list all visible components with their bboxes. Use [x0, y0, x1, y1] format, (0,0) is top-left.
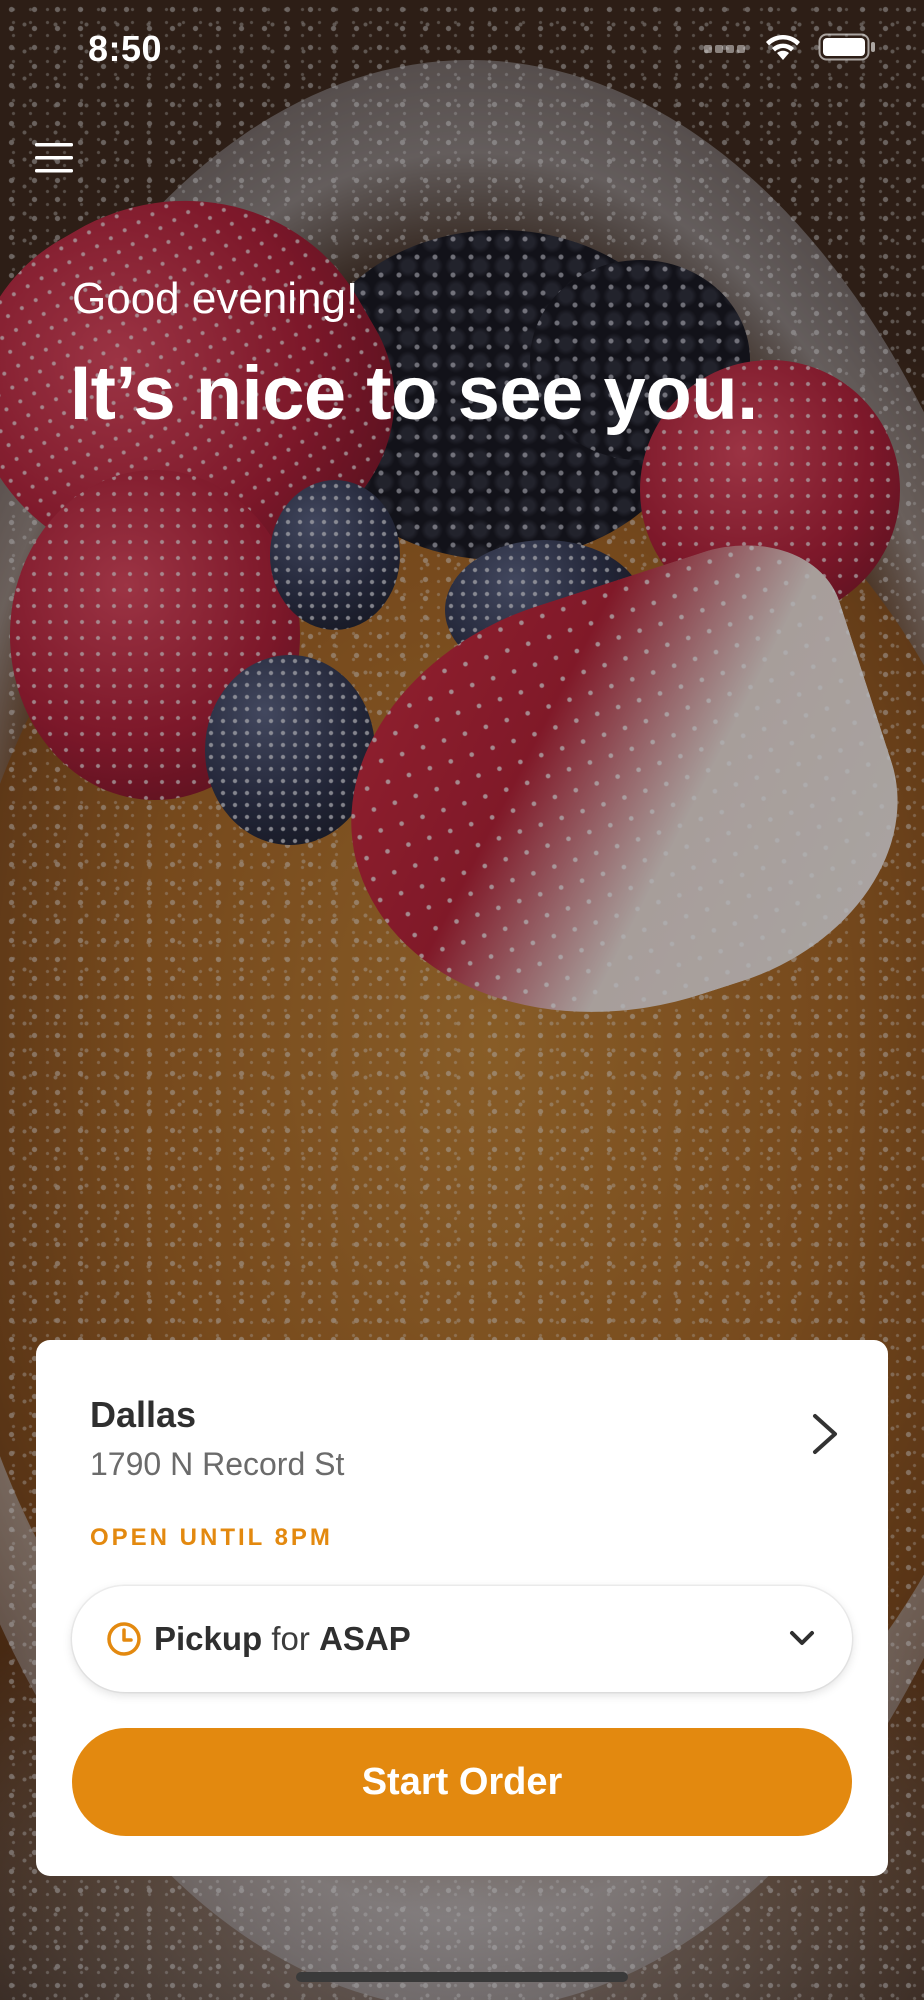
- pickup-mode: Pickup: [154, 1620, 263, 1657]
- store-address: 1790 N Record St: [90, 1446, 345, 1482]
- pickup-time-selector[interactable]: Pickup for ASAP: [72, 1586, 852, 1692]
- status-bar: 8:50: [0, 0, 924, 100]
- location-card: Dallas 1790 N Record St OPEN UNTIL 8PM P…: [36, 1340, 888, 1876]
- greeting-text: Good evening!: [72, 274, 359, 323]
- store-info[interactable]: Dallas 1790 N Record St: [36, 1340, 888, 1510]
- pickup-time: ASAP: [319, 1620, 411, 1657]
- start-order-button[interactable]: Start Order: [72, 1728, 852, 1836]
- chevron-right-icon[interactable]: [810, 1412, 840, 1456]
- headline-text: It’s nice to see you.: [70, 351, 758, 436]
- store-name: Dallas: [90, 1394, 197, 1435]
- menu-button[interactable]: [34, 140, 74, 180]
- status-icons: [704, 32, 876, 67]
- clock-icon: [106, 1621, 142, 1657]
- store-hours-status: OPEN UNTIL 8PM: [90, 1524, 333, 1551]
- status-time: 8:50: [88, 28, 163, 69]
- cellular-signal-icon: [704, 40, 748, 59]
- pickup-connector: for: [271, 1620, 310, 1657]
- battery-icon: [818, 33, 876, 66]
- hamburger-menu-icon: [35, 142, 73, 179]
- wifi-icon: [764, 32, 802, 67]
- pickup-summary: Pickup for ASAP: [154, 1620, 411, 1658]
- chevron-down-icon: [788, 1624, 816, 1652]
- home-indicator: [296, 1972, 628, 1982]
